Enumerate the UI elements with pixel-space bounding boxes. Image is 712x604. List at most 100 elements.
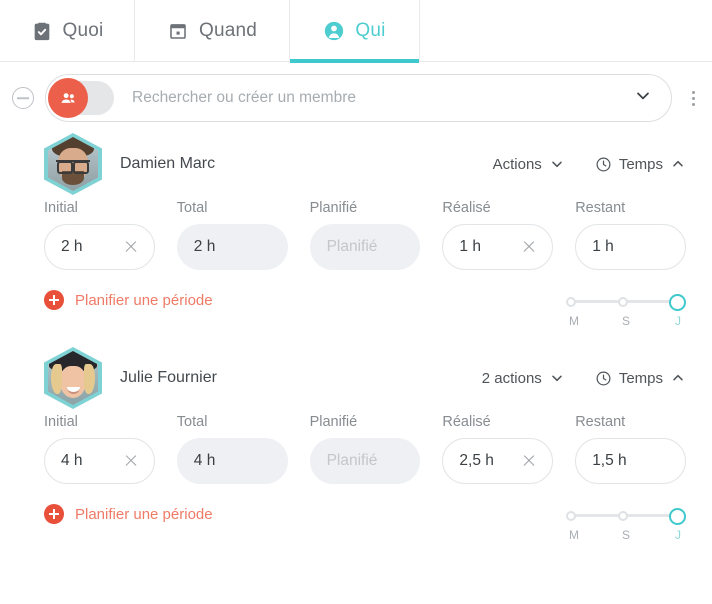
realise-input[interactable]: 1 h xyxy=(442,224,554,270)
actions-label: Actions xyxy=(492,155,542,173)
tab-label: Quand xyxy=(198,20,258,41)
slider-labels: M S J xyxy=(566,528,686,542)
tab-quand[interactable]: Quand xyxy=(135,0,290,62)
chevron-down-icon[interactable] xyxy=(633,86,653,111)
plan-period-button[interactable]: Planifier une période xyxy=(44,290,213,310)
plan-period-label: Planifier une période xyxy=(75,291,213,309)
avatar[interactable] xyxy=(44,347,102,409)
field-label: Initial xyxy=(44,414,78,430)
temps-label: Temps xyxy=(618,369,663,387)
slider-stops xyxy=(566,293,686,311)
plan-period-button[interactable]: Planifier une période xyxy=(44,504,213,524)
total-value-box: 4 h xyxy=(176,438,288,484)
field-total: Total 4 h xyxy=(176,414,288,484)
slider-stop-j[interactable] xyxy=(669,507,686,525)
slider-label-j: J xyxy=(675,528,681,542)
avatar-hex-frame xyxy=(44,133,102,195)
field-label: Planifié xyxy=(309,200,358,216)
clock-icon xyxy=(596,157,611,171)
glasses-detail xyxy=(56,160,90,174)
member-name: Julie Fournier xyxy=(120,369,217,386)
chevron-up-icon xyxy=(673,374,683,381)
avatar[interactable] xyxy=(44,133,102,195)
slider-stop-s[interactable] xyxy=(617,297,628,307)
time-fields: Initial 2 h Total 2 h Planifié Planifié … xyxy=(0,200,712,270)
slider-stop-s[interactable] xyxy=(617,511,628,521)
restant-value: 1,5 h xyxy=(592,452,627,469)
kebab-dot xyxy=(691,90,695,94)
actions-label: 2 actions xyxy=(481,369,542,387)
actions-dropdown[interactable]: Actions xyxy=(493,156,565,173)
kebab-dot xyxy=(691,102,695,106)
total-value: 2 h xyxy=(193,238,216,255)
plan-period-label: Planifier une période xyxy=(75,505,213,523)
temps-toggle[interactable]: Temps xyxy=(595,156,686,173)
realise-input[interactable]: 2,5 h xyxy=(442,438,554,484)
avatar-hex-frame xyxy=(44,347,102,409)
toggle-knob xyxy=(48,78,88,118)
member-card: Damien Marc Actions Temps Initial 2 h To… xyxy=(0,130,712,344)
planifie-placeholder: Planifié xyxy=(326,238,378,255)
field-label: Total xyxy=(176,414,208,430)
total-value-box: 2 h xyxy=(176,224,288,270)
slider-stops xyxy=(566,507,686,525)
planifie-placeholder: Planifié xyxy=(326,452,378,469)
clear-icon[interactable] xyxy=(124,454,138,468)
tab-active-underline xyxy=(290,59,419,63)
field-initial: Initial 2 h xyxy=(44,200,155,270)
member-search-field[interactable] xyxy=(45,74,672,122)
chevron-down-icon xyxy=(552,161,562,168)
initial-input[interactable]: 4 h xyxy=(44,438,155,484)
field-label: Restant xyxy=(575,414,626,430)
member-header: Damien Marc Actions Temps xyxy=(0,130,712,198)
member-header: Julie Fournier 2 actions Temps xyxy=(0,344,712,412)
members-toggle[interactable] xyxy=(48,78,114,118)
kebab-menu-icon[interactable] xyxy=(682,83,704,113)
field-label: Réalisé xyxy=(442,414,491,430)
clear-icon[interactable] xyxy=(522,240,536,254)
tab-qui[interactable]: Qui xyxy=(290,0,420,63)
field-label: Réalisé xyxy=(442,200,491,216)
slider-stop-j[interactable] xyxy=(669,293,686,311)
search-input[interactable] xyxy=(132,89,671,107)
temps-label: Temps xyxy=(618,155,663,173)
clock-icon xyxy=(596,371,611,385)
initial-value: 4 h xyxy=(61,452,83,469)
avatar-julie-fournier xyxy=(48,351,98,405)
time-fields: Initial 4 h Total 4 h Planifié Planifié … xyxy=(0,414,712,484)
calendar-icon xyxy=(167,20,189,42)
chevron-up-icon xyxy=(673,160,683,167)
time-unit-slider[interactable]: M S J xyxy=(566,507,686,542)
people-icon xyxy=(61,92,75,103)
tab-quoi[interactable]: Quoi xyxy=(0,0,135,62)
tab-label: Qui xyxy=(355,20,386,41)
slider-label-m: M xyxy=(569,528,579,542)
minus-circle-icon[interactable] xyxy=(12,87,34,109)
field-total: Total 2 h xyxy=(176,200,288,270)
member-card: Julie Fournier 2 actions Temps Initial 4… xyxy=(0,344,712,558)
restant-value-box: 1 h xyxy=(575,224,686,270)
realise-value: 2,5 h xyxy=(459,452,494,469)
actions-dropdown[interactable]: 2 actions xyxy=(482,370,565,387)
clear-icon[interactable] xyxy=(522,454,536,468)
field-planifie: Planifié Planifié xyxy=(309,414,421,484)
slider-stop-m[interactable] xyxy=(566,297,576,307)
slider-label-m: M xyxy=(569,314,579,328)
kebab-dot xyxy=(691,96,695,100)
field-realise: Réalisé 1 h xyxy=(442,200,554,270)
plan-row: Planifier une période M S J xyxy=(0,502,712,558)
initial-value: 2 h xyxy=(61,238,83,255)
field-restant: Restant 1,5 h xyxy=(575,414,686,484)
smile-detail xyxy=(67,387,80,394)
slider-stop-m[interactable] xyxy=(566,511,576,521)
planifie-input[interactable]: Planifié xyxy=(309,224,421,270)
planifie-input[interactable]: Planifié xyxy=(309,438,421,484)
slider-label-s: S xyxy=(621,528,630,542)
clear-icon[interactable] xyxy=(124,240,138,254)
field-label: Planifié xyxy=(309,414,358,430)
temps-toggle[interactable]: Temps xyxy=(595,370,686,387)
time-unit-slider[interactable]: M S J xyxy=(566,293,686,328)
slider-label-j: J xyxy=(675,314,681,328)
initial-input[interactable]: 2 h xyxy=(44,224,155,270)
clipboard-check-icon xyxy=(31,20,53,42)
